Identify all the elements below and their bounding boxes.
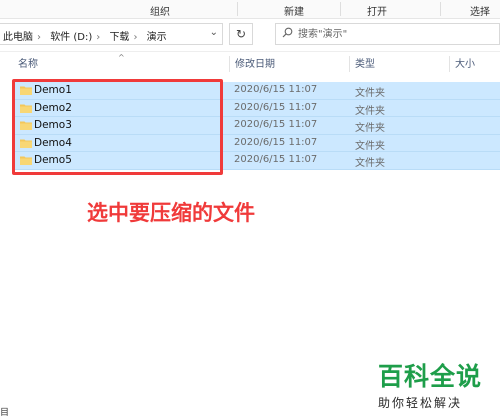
ribbon-divider — [340, 2, 341, 16]
column-header-size[interactable]: 大小 — [455, 52, 475, 76]
column-header-name[interactable]: 名称 — [18, 52, 38, 76]
address-bar[interactable]: 此电脑 › 软件 (D:) › 下载 › 演示 ⌄ — [0, 23, 223, 45]
chevron-right-icon: › — [133, 32, 138, 43]
file-type: 文件夹 — [355, 105, 385, 117]
file-date: 2020/6/15 11:07 — [234, 84, 318, 95]
ribbon-group-select[interactable]: 选择 — [470, 3, 490, 18]
search-input[interactable] — [298, 26, 488, 42]
column-divider[interactable] — [229, 56, 230, 72]
file-date: 2020/6/15 11:07 — [234, 154, 318, 165]
instruction-annotation: 选中要压缩的文件 — [87, 201, 255, 225]
breadcrumb-this-pc[interactable]: 此电脑 — [3, 32, 33, 43]
watermark-subtitle: 助你轻松解决 — [378, 396, 463, 410]
search-icon — [282, 27, 293, 41]
file-type: 文件夹 — [355, 158, 385, 169]
chevron-right-icon: › — [37, 32, 41, 43]
refresh-icon: ↻ — [235, 27, 247, 41]
watermark-title: 百科全说 — [378, 362, 483, 391]
breadcrumb-downloads[interactable]: 下载 — [109, 32, 129, 43]
file-date: 2020/6/15 11:07 — [234, 119, 318, 130]
chevron-right-icon: › — [96, 32, 101, 43]
ribbon-group-new[interactable]: 新建 — [284, 3, 304, 18]
column-header-type[interactable]: 类型 — [355, 52, 375, 76]
ribbon-group-open[interactable]: 打开 — [367, 3, 387, 18]
address-toolbar: 此电脑 › 软件 (D:) › 下载 › 演示 ⌄ ↻ — [0, 19, 500, 52]
navigation-pane[interactable] — [0, 52, 12, 417]
sort-up-icon: ^ — [118, 53, 125, 62]
refresh-button[interactable]: ↻ — [229, 23, 253, 45]
file-type: 文件夹 — [355, 140, 385, 152]
status-bar-view-icon[interactable]: 目 — [0, 405, 9, 418]
search-box[interactable] — [275, 23, 500, 45]
file-date: 2020/6/15 11:07 — [234, 136, 318, 148]
watermark-logo: 百科全说 助你轻松解决 — [378, 357, 493, 411]
ribbon-group-labels: 组织 新建 打开 选择 — [0, 0, 500, 19]
breadcrumb-demo[interactable]: 演示 — [147, 32, 167, 43]
ribbon-divider — [237, 2, 238, 16]
selection-highlight-box — [12, 79, 223, 175]
column-divider[interactable] — [449, 56, 450, 72]
file-date: 2020/6/15 11:07 — [234, 101, 318, 113]
ribbon-divider — [440, 2, 441, 16]
breadcrumb: 此电脑 › 软件 (D:) › 下载 › 演示 — [3, 28, 171, 43]
file-type: 文件夹 — [355, 123, 385, 134]
breadcrumb-drive-d[interactable]: 软件 (D:) — [50, 32, 92, 43]
ribbon-group-organize[interactable]: 组织 — [150, 3, 170, 18]
file-type: 文件夹 — [355, 88, 385, 99]
chevron-down-icon[interactable]: ⌄ — [210, 27, 218, 38]
column-divider[interactable] — [349, 56, 350, 72]
column-header-modified[interactable]: 修改日期 — [235, 52, 275, 76]
